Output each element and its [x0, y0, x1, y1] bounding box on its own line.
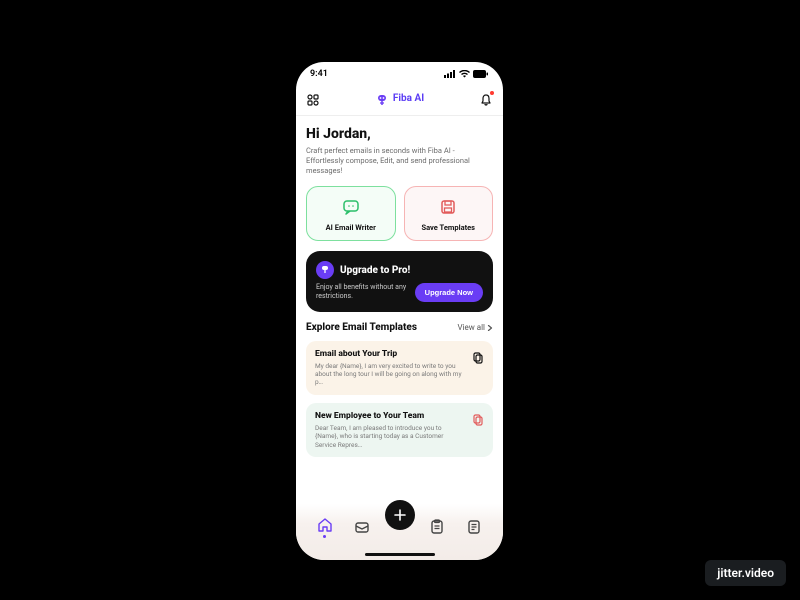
home-indicator: [365, 553, 435, 556]
copy-icon[interactable]: [472, 411, 484, 423]
template-card[interactable]: Email about Your Trip My dear {Name}, I …: [306, 341, 493, 395]
view-all-label: View all: [457, 323, 485, 332]
tab-active-dot-icon: [323, 535, 326, 538]
greeting-title: Hi Jordan,: [306, 126, 493, 142]
tab-tasks[interactable]: [425, 519, 449, 535]
phone-frame: 9:41 Fiba AI Hi: [296, 62, 503, 560]
compose-fab-button[interactable]: [385, 500, 415, 530]
pro-title: Upgrade to Pro!: [340, 265, 410, 276]
pro-badge-icon: [316, 261, 334, 279]
view-all-link[interactable]: View all: [457, 323, 493, 332]
ai-email-writer-card[interactable]: AI Email Writer: [306, 186, 396, 241]
notification-bell-icon[interactable]: [479, 92, 493, 106]
chat-icon: [341, 197, 361, 217]
status-icons: [444, 70, 489, 78]
notification-dot-icon: [490, 91, 494, 95]
brand: Fiba AI: [375, 92, 424, 106]
quick-actions: AI Email Writer Save Templates: [306, 186, 493, 241]
status-bar: 9:41: [296, 62, 503, 86]
tab-home[interactable]: [313, 517, 337, 538]
main-content: Hi Jordan, Craft perfect emails in secon…: [296, 116, 503, 560]
battery-icon: [473, 70, 489, 78]
brand-name: Fiba AI: [393, 93, 424, 104]
tab-inbox[interactable]: [350, 519, 374, 535]
watermark: jitter.video: [705, 560, 786, 586]
templates-section-header: Explore Email Templates View all: [306, 322, 493, 333]
copy-icon[interactable]: [472, 349, 484, 361]
app-header: Fiba AI: [296, 86, 503, 116]
chevron-right-icon: [487, 324, 493, 330]
plus-icon: [393, 508, 407, 522]
save-icon: [438, 197, 458, 217]
template-body: My dear {Name}, I am very excited to wri…: [315, 362, 465, 387]
template-card[interactable]: New Employee to Your Team Dear Team, I a…: [306, 403, 493, 457]
pro-subtitle: Enjoy all benefits without any restricti…: [316, 283, 416, 301]
save-templates-label: Save Templates: [421, 223, 475, 232]
template-title: Email about Your Trip: [315, 349, 484, 359]
greeting-subtext: Craft perfect emails in seconds with Fib…: [306, 146, 493, 176]
brand-logo-icon: [375, 92, 389, 106]
cellular-icon: [444, 70, 456, 78]
save-templates-card[interactable]: Save Templates: [404, 186, 494, 241]
tab-library[interactable]: [462, 519, 486, 535]
status-time: 9:41: [310, 69, 328, 79]
upgrade-pro-card: Upgrade to Pro! Enjoy all benefits witho…: [306, 251, 493, 311]
template-body: Dear Team, I am pleased to introduce you…: [315, 424, 465, 449]
templates-section-title: Explore Email Templates: [306, 322, 417, 333]
ai-email-writer-label: AI Email Writer: [326, 223, 376, 232]
template-title: New Employee to Your Team: [315, 411, 484, 421]
upgrade-now-button[interactable]: Upgrade Now: [415, 283, 483, 302]
menu-icon[interactable]: [306, 92, 320, 106]
wifi-icon: [459, 70, 470, 78]
